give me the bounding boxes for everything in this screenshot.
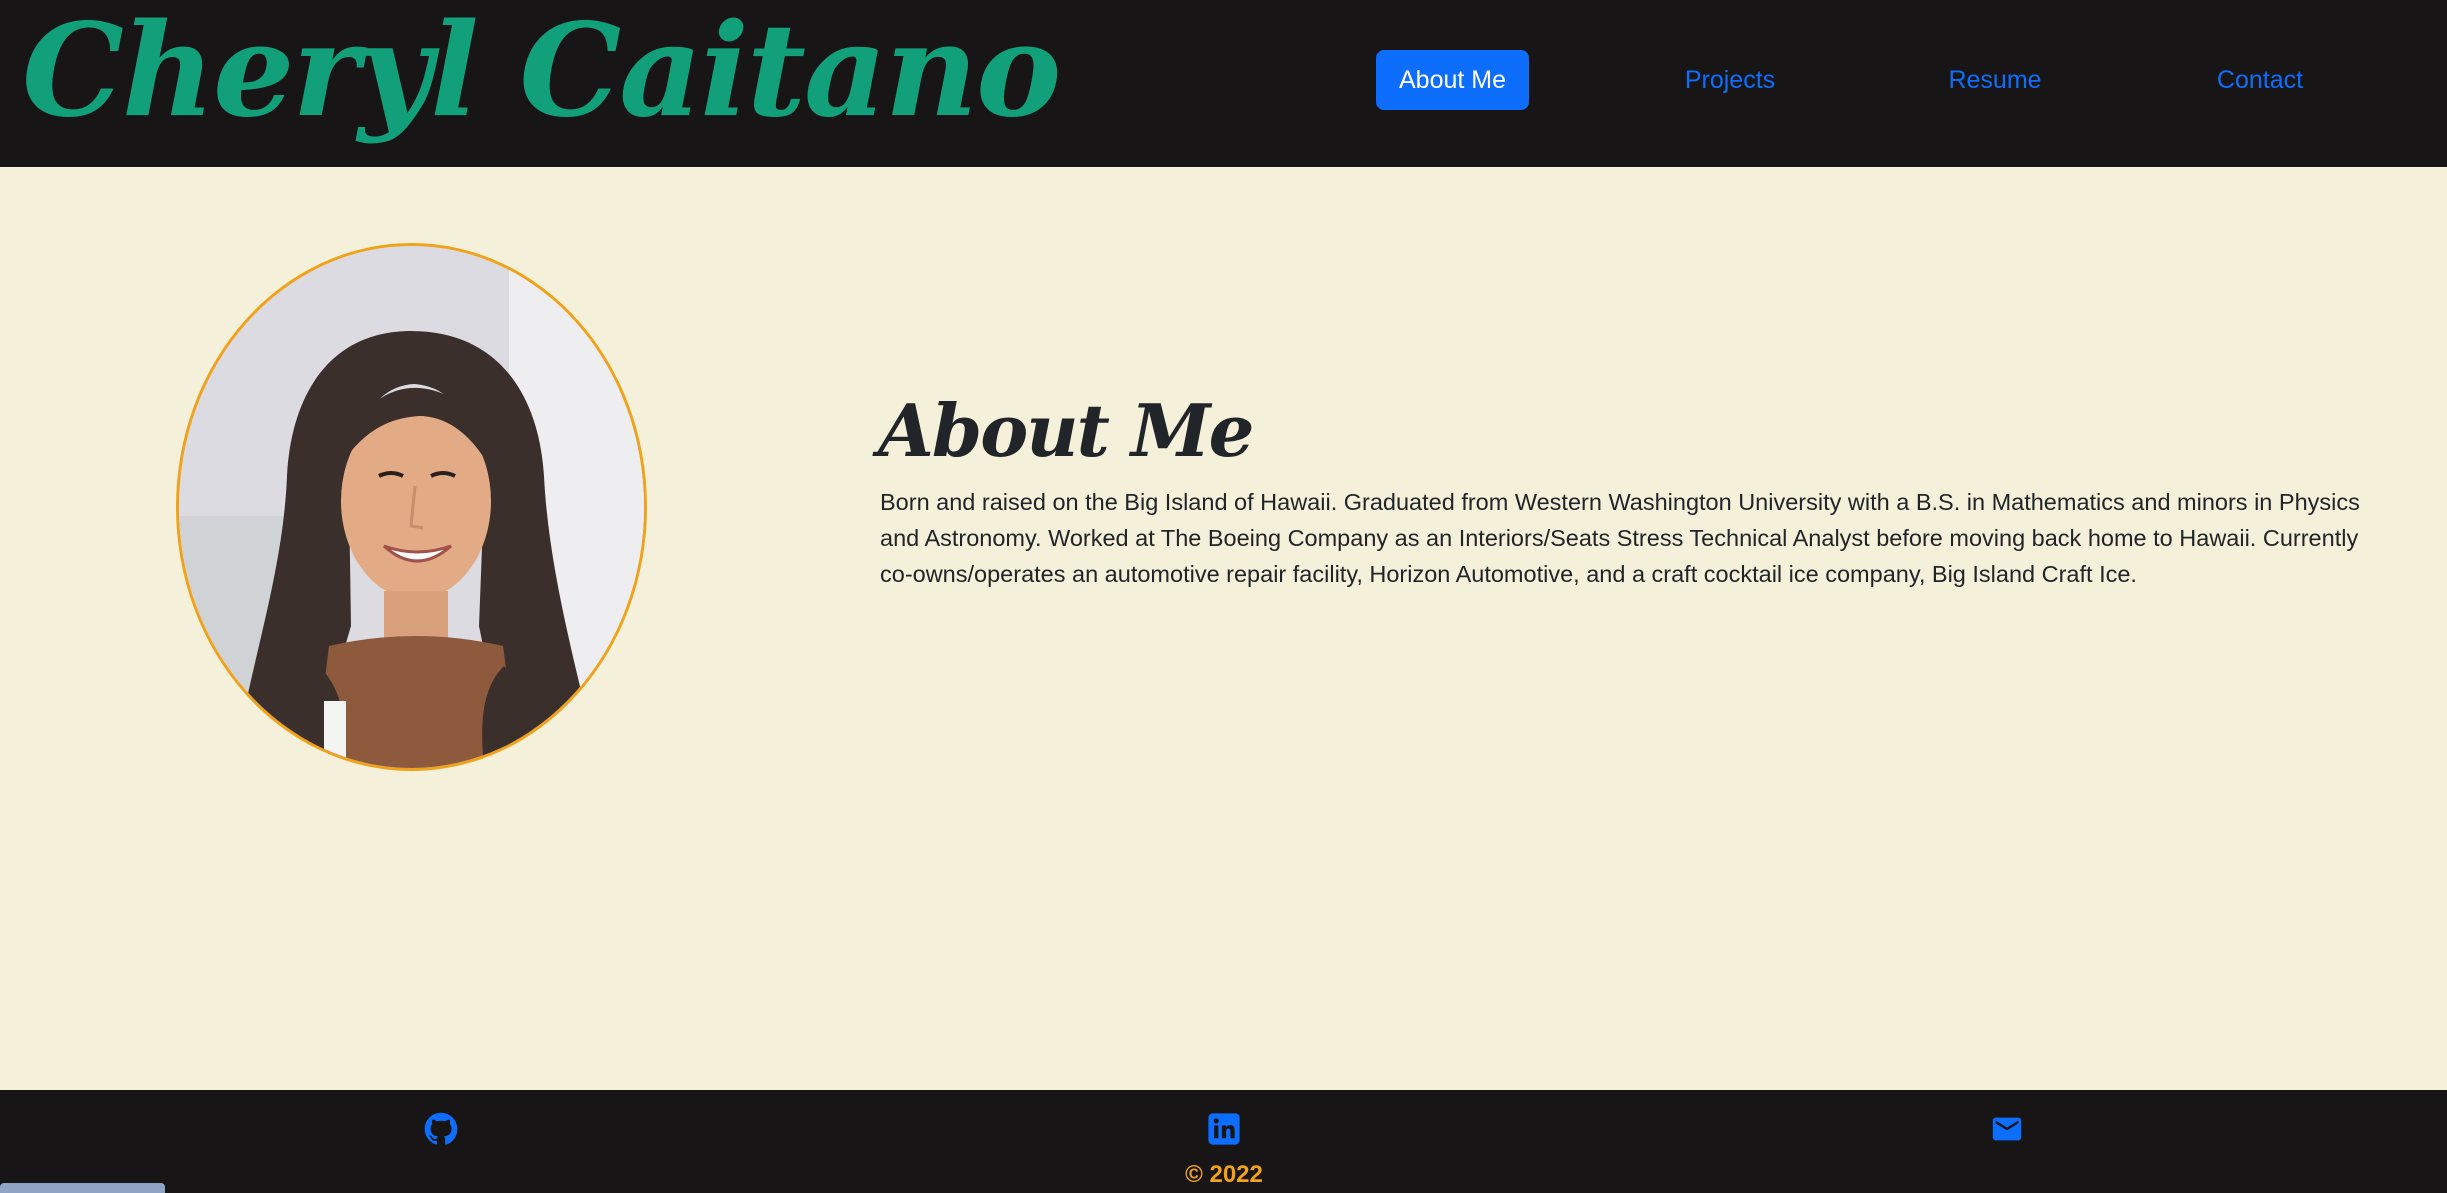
email-icon[interactable] xyxy=(1990,1112,2024,1146)
site-brand[interactable]: Cheryl Caitano xyxy=(22,4,1061,139)
nav-about-me[interactable]: About Me xyxy=(1376,50,1529,110)
corner-tab[interactable] xyxy=(0,1183,165,1193)
about-heading: About Me xyxy=(878,388,1254,473)
linkedin-icon[interactable] xyxy=(1207,1112,1241,1146)
nav-resume[interactable]: Resume xyxy=(1925,50,2065,110)
profile-photo xyxy=(176,243,647,771)
nav-projects[interactable]: Projects xyxy=(1660,50,1800,110)
copyright-text: © 2022 xyxy=(1185,1161,1263,1188)
about-paragraph: Born and raised on the Big Island of Haw… xyxy=(880,489,2360,587)
nav-contact[interactable]: Contact xyxy=(2190,50,2330,110)
github-icon[interactable] xyxy=(424,1112,458,1146)
site-header: Cheryl Caitano About Me Projects Resume … xyxy=(0,0,2447,167)
